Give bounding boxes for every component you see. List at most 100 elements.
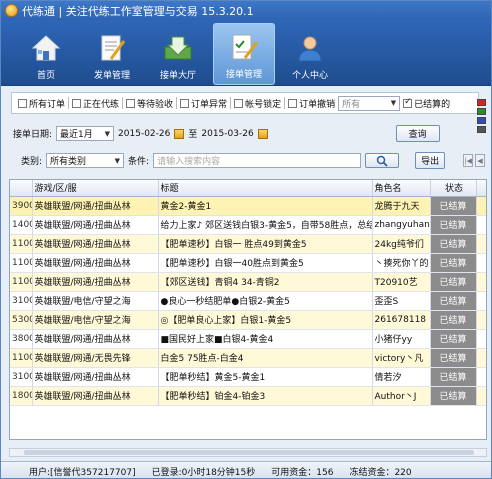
table-row[interactable]: 31001英雄联盟/网通/扭曲丛林【肥单秒结】黄金5-黄金1倩若汐已结算: [10, 367, 486, 387]
table-row[interactable]: 14002英雄联盟/网通/扭曲丛林给力上家♪ 郊区送钱白银3-黄金5，自带58胜…: [10, 215, 486, 235]
toolbar-home-button[interactable]: 首页: [15, 23, 77, 85]
checkbox-box[interactable]: [180, 98, 190, 108]
table-row[interactable]: 11001英雄联盟/网通/扭曲丛林【肥单速秒】白银一 胜点49到黄金524kg纯…: [10, 234, 486, 254]
query-button-label: 查询: [408, 130, 427, 140]
cell-extra: [476, 329, 486, 349]
search-button[interactable]: [365, 153, 400, 168]
publish-order-icon: [101, 35, 126, 61]
pager: |◀ ◀: [463, 154, 485, 167]
table-row[interactable]: 53002英雄联盟/电信/守望之海◎【肥单良心上家】白银1-黄金52616781…: [10, 310, 486, 330]
cell-role-name: 24kg纯爷们: [372, 234, 431, 254]
cell-role-name: 歪歪S: [372, 291, 431, 311]
toolbar-order-hall-label: 接单大厅: [159, 71, 196, 81]
table-row[interactable]: 11001英雄联盟/网通/扭曲丛林【郊区送钱】青铜4 34-青铜2T20910艺…: [10, 272, 486, 292]
table-row[interactable]: 11001英雄联盟/网通/无畏先锋白金5 75胜点-白金4victory丶凡已结…: [10, 348, 486, 368]
checkbox-box[interactable]: [18, 98, 27, 108]
cell-game-server: 英雄联盟/电信/守望之海: [32, 291, 159, 311]
column-header-game[interactable]: 游戏/区/服: [32, 180, 159, 197]
cell-extra: [476, 272, 486, 292]
cell-title: ◎【肥单良心上家】白银1-黄金5: [158, 310, 373, 330]
cell-order-id: 53002: [10, 310, 33, 330]
cell-game-server: 英雄联盟/网通/无畏先锋: [32, 348, 159, 368]
divider: [176, 97, 178, 109]
category-select[interactable]: 所有类别 ▼: [46, 153, 125, 168]
filter-order-revoked-checkbox[interactable]: 订单撤销: [288, 97, 335, 110]
first-page-icon[interactable]: |◀: [463, 154, 473, 167]
search-input[interactable]: 请输入搜索内容: [153, 153, 362, 168]
checkbox-box[interactable]: [72, 98, 82, 108]
cell-extra: [476, 234, 486, 254]
cell-extra: [476, 253, 486, 273]
column-header-title[interactable]: 标题: [158, 180, 373, 197]
cell-extra: [476, 367, 486, 387]
scrollbar-thumb[interactable]: [24, 450, 474, 455]
cell-title: 【肥单速秒】白银一40胜点到黄金5: [158, 253, 373, 273]
window-title: 代练通 | 关注代练工作室管理与交易 15.3.20.1: [22, 4, 254, 18]
checkbox-label: 已结算的: [414, 99, 451, 110]
cell-order-id: 11001: [10, 348, 33, 368]
cell-extra: [476, 386, 486, 406]
category-value: 所有类别: [50, 157, 87, 167]
calendar-icon[interactable]: [174, 128, 185, 139]
cell-status: 已结算: [430, 348, 477, 368]
cell-game-server: 英雄联盟/网通/扭曲丛林: [32, 272, 159, 292]
checkbox-label: 等待验收: [137, 99, 174, 110]
main-toolbar: 首页 发单管理 接单大厅 接单管理 个人中心: [1, 20, 491, 86]
cell-extra: [476, 291, 486, 311]
cell-role-name: 龙腾于九天: [372, 196, 431, 216]
cell-role-name: zhangyuhang: [372, 215, 431, 235]
cell-status: 已结算: [430, 196, 477, 216]
table-row[interactable]: 11001英雄联盟/网通/扭曲丛林【肥单速秒】白银一40胜点到黄金5丶揍死你丫的…: [10, 253, 486, 273]
filter-all-orders-checkbox[interactable]: 所有订单: [18, 97, 65, 110]
filter-awaiting-acceptance-checkbox[interactable]: 等待验收: [126, 97, 173, 110]
table-row[interactable]: 31001英雄联盟/电信/守望之海●良心一秒结肥单●白银2-黄金5歪歪S已结算: [10, 291, 486, 311]
cell-extra: [476, 196, 486, 216]
cell-order-id: 11001: [10, 234, 33, 254]
checkbox-box[interactable]: [288, 98, 298, 108]
checkbox-box[interactable]: [126, 98, 136, 108]
column-header-status[interactable]: 状态: [430, 180, 477, 197]
toolbar-order-manage-button[interactable]: 接单管理: [213, 23, 275, 85]
search-placeholder: 请输入搜索内容: [157, 157, 221, 167]
calendar-icon[interactable]: [257, 128, 268, 139]
checkbox-box[interactable]: [234, 98, 244, 108]
condition-label: 条件:: [128, 157, 150, 167]
column-header-role[interactable]: 角色名: [372, 180, 431, 197]
table-row[interactable]: 18001英雄联盟/网通/扭曲丛林【肥单秒结】铂金4-铂金3Author丶J已结…: [10, 386, 486, 406]
prev-page-icon[interactable]: ◀: [475, 154, 485, 167]
date-range-select[interactable]: 最近1月 ▼: [56, 126, 115, 141]
date-from-field[interactable]: 2015-02-26: [118, 129, 170, 139]
order-hall-icon: [164, 36, 192, 60]
orders-table: 游戏/区/服 标题 角色名 状态 39001英雄联盟/网通/扭曲丛林黄金2-黄金…: [9, 179, 487, 440]
checkbox-label: 正在代练: [83, 99, 120, 110]
status-scope-select[interactable]: 所有 ▼: [338, 95, 401, 111]
cell-status: 已结算: [430, 329, 477, 349]
checkbox-box[interactable]: [403, 97, 413, 108]
cell-title: 【肥单秒结】铂金4-铂金3: [158, 386, 373, 406]
filter-account-locked-checkbox[interactable]: 帐号锁定: [234, 97, 281, 110]
checkbox-label: 所有订单: [29, 99, 66, 110]
toolbar-publish-order-button[interactable]: 发单管理: [81, 23, 143, 85]
cell-game-server: 英雄联盟/电信/守望之海: [32, 310, 159, 330]
toolbar-user-center-button[interactable]: 个人中心: [279, 23, 341, 85]
query-button[interactable]: 查询: [395, 125, 440, 142]
filter-in-progress-checkbox[interactable]: 正在代练: [72, 97, 119, 110]
table-row[interactable]: 39001英雄联盟/网通/扭曲丛林黄金2-黄金1龙腾于九天已结算: [10, 196, 486, 216]
filter-order-exception-checkbox[interactable]: 订单异常: [180, 97, 227, 110]
toolbar-order-hall-button[interactable]: 接单大厅: [147, 23, 209, 85]
cell-status: 已结算: [430, 234, 477, 254]
cell-role-name: T20910艺: [372, 272, 431, 292]
cell-title: 【肥单速秒】白银一 胜点49到黄金5: [158, 234, 373, 254]
cell-order-id: 11001: [10, 272, 33, 292]
table-header-row: 游戏/区/服 标题 角色名 状态: [10, 180, 486, 197]
horizontal-scrollbar[interactable]: [9, 448, 487, 457]
table-row[interactable]: 38001英雄联盟/网通/扭曲丛林■国民好上家■白银4-黄金4小猪仔yy已结算: [10, 329, 486, 349]
filter-settled-checkbox[interactable]: 已结算的: [403, 97, 450, 110]
cell-role-name: 小猪仔yy: [372, 329, 431, 349]
checkbox-label: 订单撤销: [299, 99, 336, 110]
column-header-id[interactable]: [10, 180, 33, 197]
export-button[interactable]: 导出: [415, 152, 446, 169]
date-to-field[interactable]: 2015-03-26: [201, 129, 253, 139]
cell-game-server: 英雄联盟/网通/扭曲丛林: [32, 367, 159, 387]
cell-game-server: 英雄联盟/网通/扭曲丛林: [32, 234, 159, 254]
